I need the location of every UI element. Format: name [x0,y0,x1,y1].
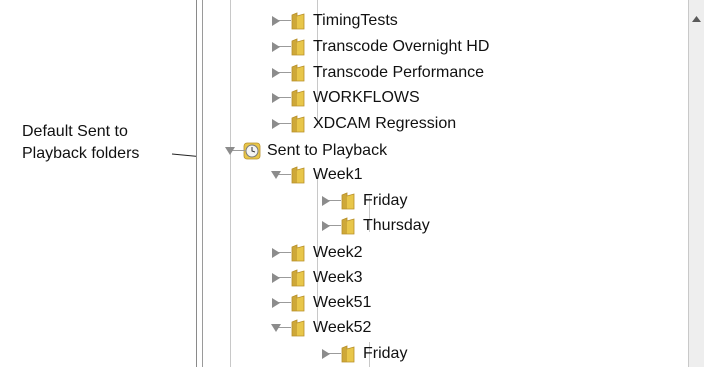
folder-icon [287,113,309,135]
collapsed-arrow-icon[interactable] [315,190,341,212]
folder-icon [287,87,309,109]
expanded-arrow-icon[interactable] [265,317,291,339]
tree-node[interactable]: WORKFLOWS [265,87,420,109]
folder-icon [287,62,309,84]
tree-node-label: Friday [363,192,408,209]
collapsed-arrow-icon[interactable] [265,62,291,84]
tree-node[interactable]: Friday [315,343,407,365]
tree-node-label: Thursday [363,217,430,234]
folder-icon [287,242,309,264]
tree-guide-line [230,0,231,367]
tree-node-label: Week52 [313,319,372,336]
tree-node-label: TimingTests [313,12,398,29]
tree-node-label: XDCAM Regression [313,115,457,132]
tree-node[interactable]: Week3 [265,267,363,289]
expanded-arrow-icon[interactable] [265,164,291,186]
folder-icon [287,292,309,314]
collapsed-arrow-icon[interactable] [265,267,291,289]
folder-icon [337,190,359,212]
folder-icon [287,267,309,289]
scroll-up-arrow-icon[interactable] [689,10,704,28]
tree-node-label: Friday [363,345,408,362]
collapsed-arrow-icon[interactable] [265,242,291,264]
tree-node-label: Week1 [313,166,363,183]
tree-node[interactable]: Week51 [265,292,371,314]
folder-icon [287,317,309,339]
tree-node-label: Transcode Overnight HD [313,38,490,55]
tree-node[interactable]: Week2 [265,242,363,264]
tree-node-label: Week51 [313,294,372,311]
tree-node[interactable]: Week52 [265,317,371,339]
folder-tree-panel: TimingTests Transcode Overnight HD Transco… [196,0,704,367]
tree-node[interactable]: TimingTests [265,10,398,32]
tree-node-label: Week2 [313,244,363,261]
tree-node-label: Week3 [313,269,363,286]
collapsed-arrow-icon[interactable] [265,113,291,135]
folder-icon [287,164,309,186]
tree-node-label: Transcode Performance [313,64,485,81]
tree-node[interactable]: Transcode Overnight HD [265,36,489,58]
collapsed-arrow-icon[interactable] [315,215,341,237]
tree-node[interactable]: Thursday [315,215,430,237]
tree-node[interactable]: XDCAM Regression [265,113,456,135]
folder-icon [337,215,359,237]
callout-line-1: Default Sent to [22,123,128,140]
clock-icon [241,140,263,162]
vertical-scrollbar[interactable] [688,0,704,367]
collapsed-arrow-icon[interactable] [265,10,291,32]
folder-icon [287,10,309,32]
collapsed-arrow-icon[interactable] [265,87,291,109]
folder-icon [337,343,359,365]
tree-node[interactable]: Friday [315,190,407,212]
collapsed-arrow-icon[interactable] [265,292,291,314]
collapsed-arrow-icon[interactable] [315,343,341,365]
tree-node[interactable]: Transcode Performance [265,62,484,84]
tree-node-label: WORKFLOWS [313,89,420,106]
expanded-arrow-icon[interactable] [219,140,245,162]
tree-node-label: Sent to Playback [267,142,388,159]
tree-node[interactable]: Week1 [265,164,363,186]
callout-line-2: Playback folders [22,145,140,162]
folder-icon [287,36,309,58]
collapsed-arrow-icon[interactable] [265,36,291,58]
annotation-callout: Default Sent to Playback folders [22,121,139,165]
tree-node[interactable]: Sent to Playback [219,140,387,162]
